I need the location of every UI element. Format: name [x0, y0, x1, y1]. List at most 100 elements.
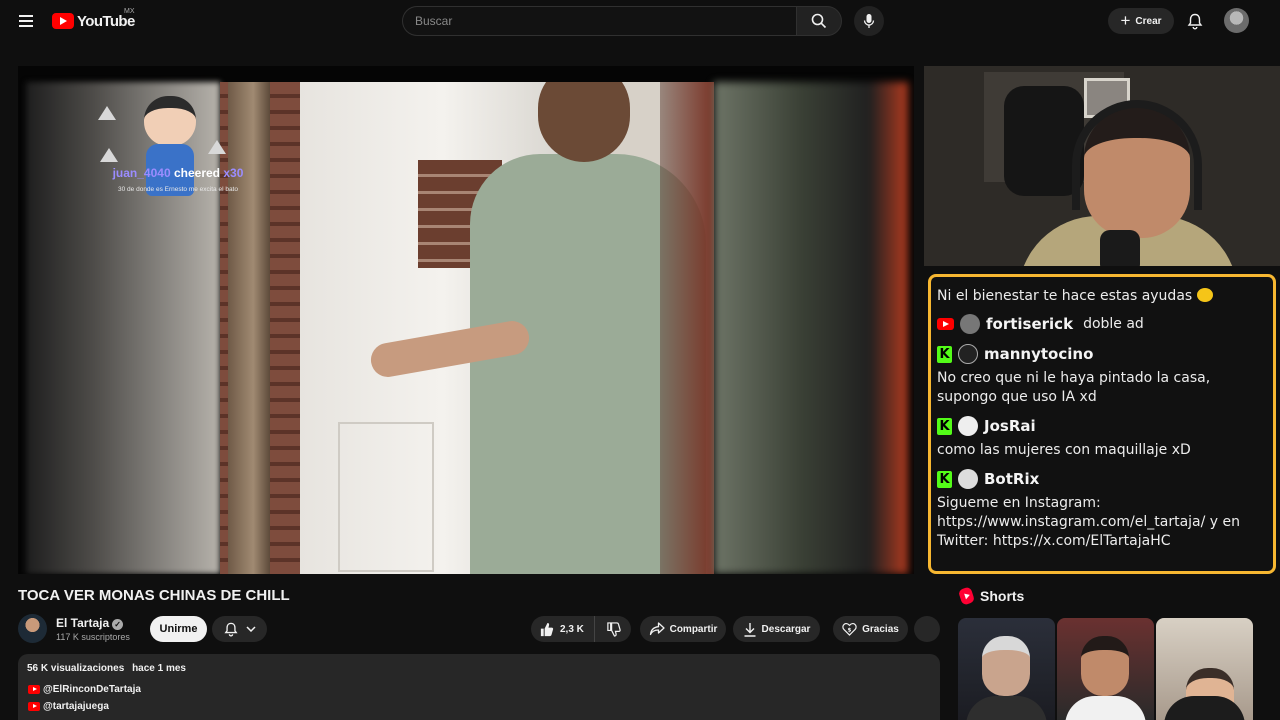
short-face [982, 636, 1030, 696]
search-input[interactable] [402, 6, 796, 36]
more-actions-button[interactable] [914, 616, 940, 642]
bot-avatar-icon [958, 469, 978, 489]
menu-icon[interactable] [14, 10, 38, 32]
channel-name: El Tartaja [56, 616, 110, 630]
svg-text:$: $ [848, 627, 852, 633]
search-button[interactable] [796, 6, 842, 36]
region-code: MX [124, 8, 135, 15]
chevron-down-icon [245, 626, 256, 632]
character-head [144, 96, 196, 146]
microphone-icon [863, 14, 875, 28]
video-metadata: 56 K visualizaciones hace 1 mes [27, 663, 186, 674]
sparkle-icon [98, 106, 116, 120]
chat-avatar [958, 416, 978, 436]
channel-link[interactable]: @tartajajuega [28, 701, 109, 712]
chat-message-text: Ni el bienestar te hace estas ayudas [937, 288, 1193, 304]
channel-link-text: @ElRinconDeTartaja [43, 684, 141, 695]
chat-message: Ni el bienestar te hace estas ayudas [937, 283, 1269, 309]
share-button[interactable]: Compartir [640, 616, 726, 642]
account-avatar[interactable] [1224, 8, 1249, 33]
youtube-play-icon [52, 13, 74, 29]
voice-search-button[interactable] [854, 6, 884, 36]
youtube-watch-page: YouTube MX + Crear [0, 0, 1280, 720]
alert-amount: x30 [223, 166, 244, 180]
streamer-camera [924, 66, 1280, 266]
channel-link[interactable]: @ElRinconDeTartaja [28, 684, 141, 695]
door-panel [338, 422, 434, 572]
search-icon [811, 13, 827, 29]
alert-user: juan_4040 [112, 166, 171, 180]
chat-message-text: Sigueme en Instagram: https://www.instag… [937, 495, 1241, 549]
dislike-button[interactable] [595, 616, 631, 642]
video-frame [220, 82, 714, 574]
chat-message: fortiserick doble ad [937, 309, 1269, 339]
like-button[interactable]: 2,3 K [531, 616, 595, 642]
brick-edge [660, 82, 714, 574]
short-body [1065, 696, 1146, 720]
thumbs-up-icon [540, 622, 554, 636]
notifications-button[interactable] [1184, 10, 1206, 32]
chat-avatar [958, 344, 978, 364]
youtube-icon [937, 318, 954, 330]
short-thumbnail[interactable] [958, 618, 1055, 720]
share-label: Compartir [669, 623, 718, 635]
subscriber-count: 117 K suscriptores [56, 632, 130, 642]
view-count: 56 K visualizaciones [27, 663, 125, 674]
bell-icon [1187, 13, 1203, 29]
short-face [1081, 636, 1129, 696]
kick-icon: K [937, 470, 952, 488]
download-label: Descargar [761, 623, 811, 635]
upload-date: hace 1 mes [132, 663, 186, 674]
chat-username: BotRix [984, 470, 1040, 488]
channel-link-text: @tartajajuega [43, 701, 109, 712]
alert-message: 30 de donde es Ernesto me excita el bato [118, 186, 238, 193]
create-label: Crear [1135, 15, 1162, 27]
stream-chat: Ni el bienestar te hace estas ayudas for… [928, 274, 1276, 574]
chat-username: mannytocino [984, 345, 1094, 363]
chat-username: fortiserick [986, 315, 1074, 333]
like-dislike-group: 2,3 K [531, 616, 631, 642]
subscription-notifications-button[interactable] [212, 616, 267, 642]
chat-avatar [960, 314, 980, 334]
top-bar: YouTube MX + Crear [0, 0, 1280, 42]
shorts-title: Shorts [980, 588, 1025, 604]
description-box[interactable]: 56 K visualizaciones hace 1 mes @ElRinco… [18, 654, 940, 720]
kick-icon: K [937, 345, 952, 363]
sparkle-icon [208, 140, 226, 154]
thanks-button[interactable]: $ Gracias [833, 616, 908, 642]
youtube-logo[interactable]: YouTube [52, 12, 135, 30]
short-thumbnail[interactable] [1057, 618, 1154, 720]
youtube-icon [28, 702, 40, 711]
logo-text: YouTube [77, 12, 135, 30]
channel-name-link[interactable]: El Tartaja ✓ [56, 616, 124, 630]
alert-title: juan_4040 cheered x30 [98, 166, 258, 180]
chat-message-text: No creo que ni le haya pintado la casa, … [937, 370, 1211, 405]
verified-icon: ✓ [112, 619, 124, 630]
sparkle-icon [100, 148, 118, 162]
join-button[interactable]: Unirme [150, 616, 207, 642]
blurred-background-right [714, 82, 908, 574]
short-thumbnail[interactable] [1156, 618, 1253, 720]
like-count: 2,3 K [560, 623, 584, 635]
download-icon [744, 622, 756, 637]
download-button[interactable]: Descargar [733, 616, 820, 642]
chat-message-header: K JosRai [937, 411, 1269, 441]
chat-message-header: K mannytocino [937, 339, 1269, 369]
channel-avatar[interactable] [18, 614, 47, 643]
thumbs-down-icon [606, 621, 621, 637]
chat-messages: Ni el bienestar te hace estas ayudas for… [937, 283, 1269, 551]
cheer-alert: juan_4040 cheered x30 30 de donde es Ern… [98, 96, 258, 246]
shorts-icon [957, 586, 976, 606]
chat-username: JosRai [984, 417, 1036, 435]
video-title: TOCA VER MONAS CHINAS DE CHILL [18, 587, 290, 604]
sunglasses-emoji-icon [1196, 288, 1213, 302]
video-player[interactable]: juan_4040 cheered x30 30 de donde es Ern… [18, 66, 914, 574]
share-icon [649, 622, 665, 636]
cartoon-character [138, 96, 202, 196]
streamer-microphone [1100, 230, 1140, 266]
chat-message-text: como las mujeres con maquillaje xD [937, 442, 1191, 458]
create-button[interactable]: + Crear [1108, 8, 1174, 34]
shorts-header: Shorts [957, 586, 1025, 606]
bell-icon [223, 622, 238, 636]
thanks-label: Gracias [862, 623, 899, 635]
